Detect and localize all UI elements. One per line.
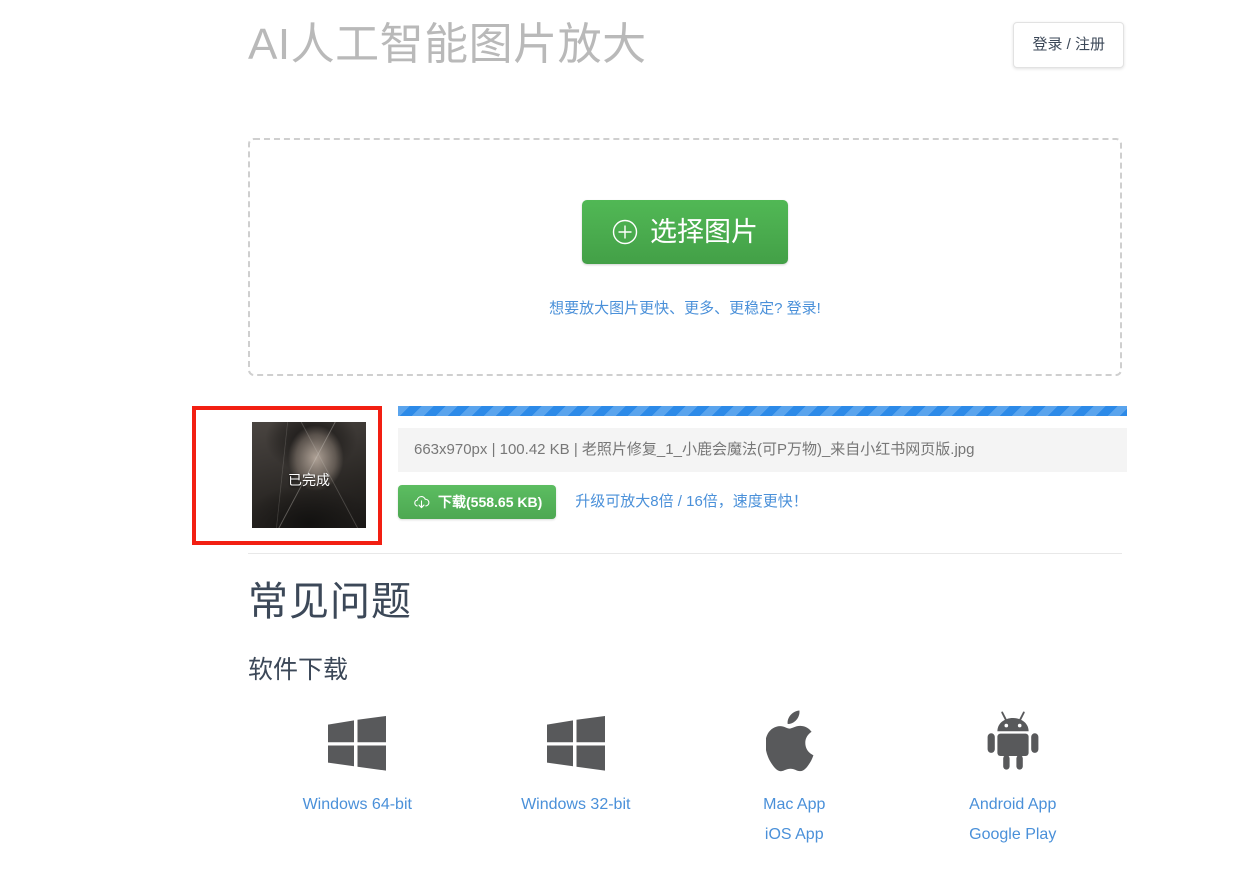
cloud-download-icon xyxy=(412,493,431,512)
download-col-windows-64: Windows 64-bit xyxy=(248,710,467,850)
android-icon xyxy=(904,710,1123,772)
file-dropzone[interactable]: 选择图片 想要放大图片更快、更多、更稳定? 登录! xyxy=(248,138,1122,376)
dropzone-login-hint-link[interactable]: 想要放大图片更快、更多、更稳定? 登录! xyxy=(250,298,1120,320)
download-link-mac-app[interactable]: Mac App xyxy=(685,790,904,820)
software-download-heading: 软件下载 xyxy=(248,656,349,684)
page-root: AI人工智能图片放大 登录 / 注册 选择图片 想要放大图片更快、更多、更稳定?… xyxy=(0,0,1249,880)
section-divider xyxy=(248,553,1122,554)
plus-circle-icon xyxy=(612,219,638,245)
download-button[interactable]: 下载(558.65 KB) xyxy=(398,485,557,519)
page-title: AI人工智能图片放大 xyxy=(248,20,647,69)
result-row: 已完成 663x970px | 100.42 KB | 老照片修复_1_小鹿会魔… xyxy=(192,406,1127,546)
download-link-windows-64[interactable]: Windows 64-bit xyxy=(248,790,467,820)
software-download-grid: Windows 64-bit Windows 32-bit Mac App iO… xyxy=(248,710,1122,850)
upload-progress-bar xyxy=(398,406,1127,416)
download-button-label: 下载(558.65 KB) xyxy=(438,494,543,510)
apple-icon xyxy=(685,710,904,772)
thumbnail-status-label: 已完成 xyxy=(288,471,330,488)
download-col-apple: Mac App iOS App xyxy=(685,710,904,850)
download-link-ios-app[interactable]: iOS App xyxy=(685,820,904,850)
thumbnail-highlight-box: 已完成 xyxy=(192,406,382,545)
download-col-android: Android App Google Play xyxy=(904,710,1123,850)
result-thumbnail[interactable]: 已完成 xyxy=(252,422,366,528)
download-link-google-play[interactable]: Google Play xyxy=(904,820,1123,850)
dropzone-content: 选择图片 想要放大图片更快、更多、更稳定? 登录! xyxy=(250,200,1120,320)
download-link-android-app[interactable]: Android App xyxy=(904,790,1123,820)
file-info-text: 663x970px | 100.42 KB | 老照片修复_1_小鹿会魔法(可P… xyxy=(398,428,1127,472)
page-header: AI人工智能图片放大 登录 / 注册 xyxy=(0,0,1249,110)
faq-heading: 常见问题 xyxy=(248,580,412,624)
select-image-button[interactable]: 选择图片 xyxy=(582,200,788,264)
result-details: 663x970px | 100.42 KB | 老照片修复_1_小鹿会魔法(可P… xyxy=(398,406,1127,519)
download-col-windows-32: Windows 32-bit xyxy=(467,710,686,850)
login-register-button[interactable]: 登录 / 注册 xyxy=(1013,22,1124,68)
result-actions: 下载(558.65 KB) 升级可放大8倍 / 16倍，速度更快！ xyxy=(398,485,1127,519)
select-image-label: 选择图片 xyxy=(650,217,758,247)
windows-icon xyxy=(248,710,467,772)
faq-section: 常见问题 软件下载 Windows 64-bit Windows 32-bit … xyxy=(248,574,1122,850)
windows-icon xyxy=(467,710,686,772)
download-link-windows-32[interactable]: Windows 32-bit xyxy=(467,790,686,820)
upgrade-promo-link[interactable]: 升级可放大8倍 / 16倍，速度更快！ xyxy=(575,491,808,513)
